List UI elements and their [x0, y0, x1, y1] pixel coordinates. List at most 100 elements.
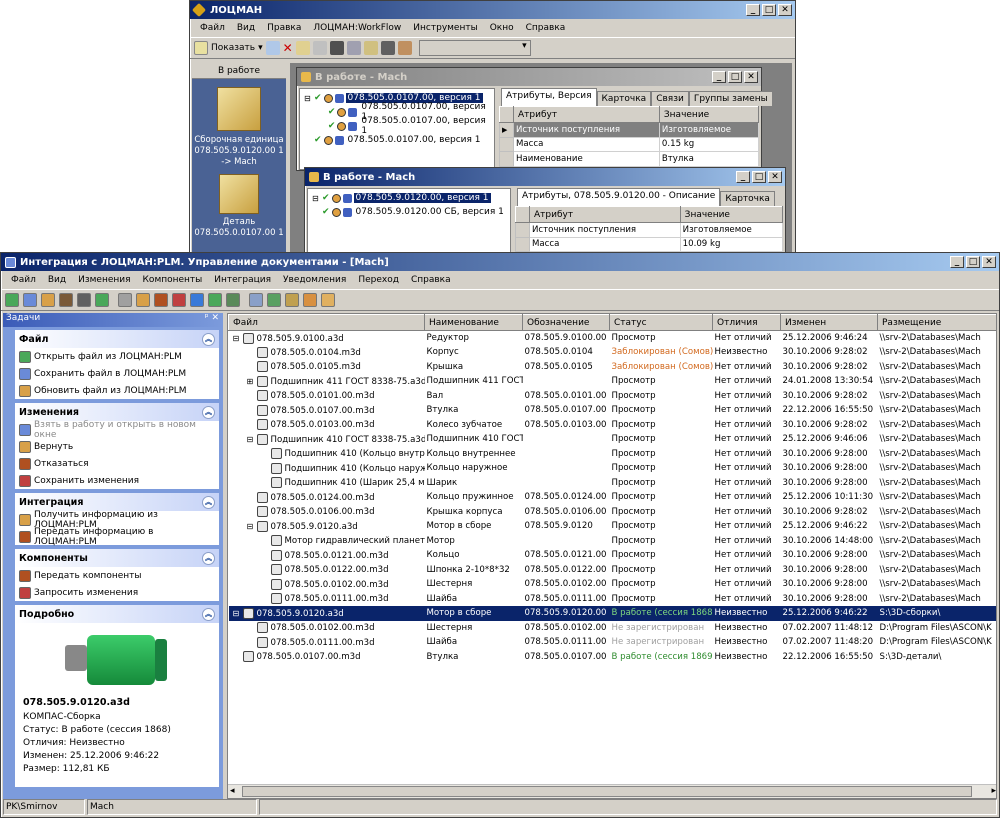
collapse-icon[interactable]: ︽: [202, 405, 215, 419]
tree-node[interactable]: ✔ 078.505.0.0107.00, версия 1: [300, 116, 494, 136]
file-row[interactable]: 078.505.0.0102.00.m3d Шестерня 078.505.0.0…: [229, 621, 997, 636]
collapse-icon[interactable]: ︽: [202, 551, 215, 565]
minimize-button[interactable]: _: [712, 71, 726, 83]
scroll-left-icon[interactable]: ◂: [230, 786, 235, 796]
file-row[interactable]: ⊟ 078.505.9.0120.a3d Мотор в сборе 078.505.…: [229, 519, 997, 534]
doc-icon[interactable]: [265, 41, 280, 55]
book-icon[interactable]: [329, 41, 344, 55]
task-link[interactable]: Отказаться: [15, 455, 219, 472]
minimize-button[interactable]: _: [950, 256, 964, 268]
side-item-part[interactable]: Деталь 078.505.0.0107.00 1: [192, 172, 286, 242]
props-icon[interactable]: [397, 41, 412, 55]
attribute-row[interactable]: Источник поступления Изготовляемое: [515, 222, 784, 238]
scroll-right-icon[interactable]: ▸: [991, 786, 996, 796]
file-row[interactable]: Подшипник 410 (Кольцо внутреннеКольцо вн…: [229, 447, 997, 462]
task-link[interactable]: Открыть файл из ЛОЦМАН:PLM: [15, 348, 219, 365]
column-header[interactable]: Статус: [609, 314, 713, 331]
tree-node[interactable]: ⊟ ✔ 078.505.9.0120.00, версия 1: [308, 191, 510, 205]
column-header[interactable]: Отличия: [712, 314, 781, 331]
close-button[interactable]: ✕: [768, 171, 782, 183]
task-link[interactable]: Обновить файл из ЛОЦМАН:PLM: [15, 382, 219, 399]
stamp-icon[interactable]: [380, 41, 395, 55]
delete-icon[interactable]: ✕: [283, 41, 293, 55]
close-button[interactable]: ✕: [982, 256, 996, 268]
file-row[interactable]: 078.505.0.0107.00.m3d Втулка 078.505.0.010…: [229, 650, 997, 665]
toolbar-action-icon[interactable]: [267, 293, 281, 307]
edit-icon[interactable]: [295, 41, 310, 55]
menu-item[interactable]: Уведомления: [277, 275, 352, 285]
toolbar-action-icon[interactable]: [208, 293, 222, 307]
menu-item[interactable]: Справка: [520, 23, 572, 33]
file-row[interactable]: 078.505.0.0122.00.m3d Шпонка 2-10*8*32 078…: [229, 563, 997, 578]
menu-item[interactable]: Вид: [42, 275, 72, 285]
dropdown-arrow-icon[interactable]: ▾: [258, 43, 263, 53]
menu-item[interactable]: Окно: [484, 23, 520, 33]
column-header[interactable]: Обозначение: [522, 314, 610, 331]
pin-icon[interactable]: ᵖ ✕: [205, 313, 219, 327]
file-row[interactable]: Мотор гидравлический планетарныйМотор Про…: [229, 534, 997, 549]
tree-node[interactable]: ✔ 078.505.9.0120.00 СБ, версия 1: [308, 205, 510, 219]
cut-icon[interactable]: [346, 41, 361, 55]
task-link[interactable]: Получить информацию из ЛОЦМАН:PLM: [15, 510, 219, 530]
minimize-button[interactable]: _: [736, 171, 750, 183]
toolbar-action-icon[interactable]: [226, 293, 240, 307]
maximize-button[interactable]: □: [762, 4, 776, 16]
column-header[interactable]: Наименование: [424, 314, 523, 331]
expand-icon[interactable]: ⊟: [304, 94, 312, 103]
group-header[interactable]: Интеграция ︽: [15, 493, 219, 511]
menu-item[interactable]: Правка: [261, 23, 307, 33]
collapse-icon[interactable]: ︽: [202, 607, 215, 621]
menu-item[interactable]: Вид: [231, 23, 261, 33]
maximize-button[interactable]: □: [752, 171, 766, 183]
attribute-row[interactable]: ▶ Источник поступления Изготовляемое: [499, 122, 760, 138]
scroll-thumb[interactable]: [242, 786, 972, 797]
tab[interactable]: Карточка: [596, 91, 652, 106]
menu-item[interactable]: ЛОЦМАН:WorkFlow: [307, 23, 407, 33]
file-row[interactable]: Подшипник 410 (Шарик 25,4 мм Шарик Просмот…: [229, 476, 997, 491]
file-row[interactable]: ⊟ 078.505.9.0120.a3d Мотор в сборе 078.505.…: [228, 606, 996, 621]
task-link[interactable]: Взять в работу и открыть в новом окне: [15, 420, 219, 440]
toolbar-action-icon[interactable]: [95, 293, 109, 307]
tab[interactable]: Группы замены: [688, 91, 773, 106]
task-link[interactable]: Сохранить изменения: [15, 472, 219, 489]
toolbar-action-icon[interactable]: [77, 293, 91, 307]
show-button[interactable]: Показать: [211, 43, 255, 53]
task-link[interactable]: Передать компоненты: [15, 567, 219, 584]
expand-toggle-icon[interactable]: ⊟: [247, 522, 257, 531]
tab[interactable]: Атрибуты, 078.505.9.0120.00 - Описание: [517, 188, 721, 206]
combo-box[interactable]: ▾: [418, 40, 531, 56]
toolbar-action-icon[interactable]: [321, 293, 335, 307]
close-button[interactable]: ✕: [778, 4, 792, 16]
toolbar-action-icon[interactable]: [285, 293, 299, 307]
task-link[interactable]: Запросить изменения: [15, 584, 219, 601]
expand-toggle-icon[interactable]: ⊟: [233, 334, 243, 343]
file-row[interactable]: 078.505.0.0105.m3d Крышка 078.505.0.0105 За…: [229, 360, 997, 375]
toolbar-action-icon[interactable]: [59, 293, 73, 307]
toolbar-action-icon[interactable]: [190, 293, 204, 307]
menu-item[interactable]: Файл: [194, 23, 231, 33]
toolbar-action-icon[interactable]: [172, 293, 186, 307]
file-row[interactable]: 078.505.0.0101.00.m3d Вал 078.505.0.0101.0…: [229, 389, 997, 404]
toolbar-action-icon[interactable]: [136, 293, 150, 307]
column-header[interactable]: Файл: [228, 314, 425, 331]
file-row[interactable]: 078.505.0.0102.00.m3d Шестерня 078.505.0.0…: [229, 577, 997, 592]
col-header-attribute[interactable]: Атрибут: [529, 206, 681, 223]
tree-node[interactable]: ✔ 078.505.0.0107.00, версия 1: [300, 133, 494, 147]
file-row[interactable]: 078.505.0.0111.00.m3d Шайба 078.505.0.0111…: [229, 635, 997, 650]
file-row[interactable]: 078.505.0.0103.00.m3d Колесо зубчатое 078.…: [229, 418, 997, 433]
file-row[interactable]: ⊞ Подшипник 411 ГОСТ 8338-75.a3d Подшипник…: [229, 374, 997, 389]
close-button[interactable]: ✕: [744, 71, 758, 83]
expand-toggle-icon[interactable]: ⊟: [247, 435, 257, 444]
task-link[interactable]: Передать информацию в ЛОЦМАН:PLM: [15, 527, 219, 547]
expand-toggle-icon[interactable]: ⊞: [247, 377, 257, 386]
file-row[interactable]: 078.505.0.0107.00.m3d Втулка 078.505.0.010…: [229, 403, 997, 418]
horizontal-scrollbar[interactable]: ◂ ▸: [228, 784, 996, 798]
tab[interactable]: Связи: [651, 91, 689, 106]
expand-icon[interactable]: ⊟: [312, 194, 320, 203]
copy-icon[interactable]: [312, 41, 327, 55]
attribute-row[interactable]: Наименование Втулка: [499, 151, 760, 167]
toolbar-action-icon[interactable]: [5, 293, 19, 307]
toolbar-action-icon[interactable]: [118, 293, 132, 307]
tab[interactable]: Атрибуты, Версия: [501, 88, 597, 106]
toolbar-action-icon[interactable]: [23, 293, 37, 307]
